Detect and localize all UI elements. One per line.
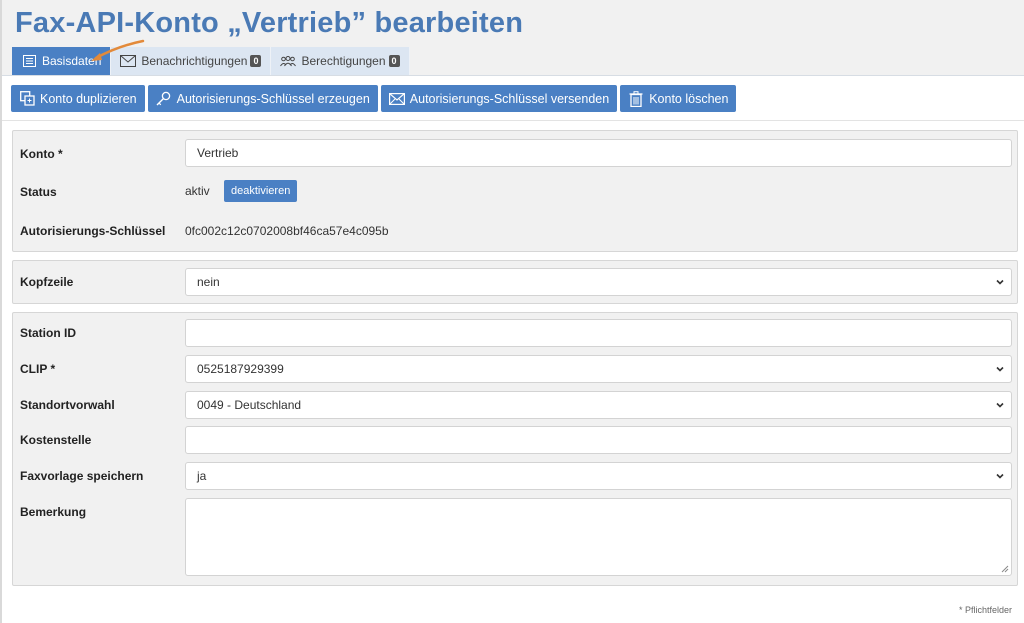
page-title: Fax-API-Konto „Vertrieb” bearbeiten: [15, 7, 524, 39]
kostenstelle-label: Kostenstelle: [20, 433, 92, 447]
standortvorwahl-select[interactable]: 0049 - Deutschland: [185, 391, 1012, 419]
tab-benachrichtigungen-label: Benachrichtigungen: [141, 54, 248, 68]
clip-selected-value: 0525187929399: [197, 362, 284, 376]
standortvorwahl-selected-value: 0049 - Deutschland: [197, 398, 302, 412]
konto-label: Konto *: [20, 147, 63, 161]
clip-label: CLIP *: [20, 362, 56, 376]
generate-key-button[interactable]: Autorisierungs-Schlüssel erzeugen: [147, 85, 378, 112]
divider: [2, 120, 1024, 121]
left-border: [0, 0, 2, 623]
konto-input[interactable]: [185, 139, 1012, 167]
list-icon: [21, 54, 37, 68]
tab-basisdaten[interactable]: Basisdaten: [12, 47, 112, 75]
clip-select[interactable]: 0525187929399: [185, 355, 1012, 383]
duplicate-account-label: Konto duplizieren: [40, 91, 137, 106]
resize-handle-icon[interactable]: [1001, 565, 1009, 573]
deactivate-button[interactable]: deaktivieren: [224, 180, 298, 202]
delete-account-button[interactable]: Konto löschen: [620, 85, 737, 112]
tab-bar: Basisdaten Benachrichtigungen 0 Berechti…: [12, 47, 410, 75]
station-id-label: Station ID: [20, 326, 76, 340]
faxvorlage-label: Faxvorlage speichern: [20, 469, 144, 483]
duplicate-account-button[interactable]: Konto duplizieren: [11, 85, 145, 112]
station-id-input[interactable]: [185, 319, 1012, 347]
bemerkung-textarea[interactable]: [185, 498, 1012, 576]
tab-benachrichtigungen[interactable]: Benachrichtigungen 0: [111, 47, 272, 75]
required-fields-note: * Pflichtfelder: [958, 605, 1012, 615]
send-key-label: Autorisierungs-Schlüssel versenden: [409, 91, 610, 106]
action-toolbar: Konto duplizieren Autorisierungs-Schlüss…: [11, 85, 737, 112]
status-label: Status: [20, 185, 57, 199]
auth-key-label: Autorisierungs-Schlüssel: [20, 224, 166, 238]
notification-count-badge: 0: [250, 55, 262, 67]
envelope-icon: [120, 54, 137, 68]
details-panel: Station ID CLIP * 0525187929399 Standort…: [12, 312, 1018, 586]
standortvorwahl-label: Standortvorwahl: [20, 398, 115, 412]
tab-berechtigungen[interactable]: Berechtigungen 0: [271, 47, 410, 75]
permission-count-badge: 0: [388, 55, 400, 67]
envelope-icon: [388, 91, 405, 107]
generate-key-label: Autorisierungs-Schlüssel erzeugen: [176, 91, 370, 106]
tab-berechtigungen-label: Berechtigungen: [301, 54, 386, 68]
delete-account-label: Konto löschen: [649, 91, 729, 106]
send-key-button[interactable]: Autorisierungs-Schlüssel versenden: [380, 85, 618, 112]
users-icon: [280, 54, 297, 68]
auth-key-value: 0fc002c12c0702008bf46ca57e4c095b: [185, 224, 389, 238]
tab-basisdaten-label: Basisdaten: [42, 54, 102, 68]
kostenstelle-input[interactable]: [185, 426, 1012, 454]
bemerkung-label: Bemerkung: [20, 505, 87, 519]
kopfzeile-select[interactable]: nein: [185, 268, 1012, 296]
account-panel: Konto * Status aktiv deaktivieren Autori…: [12, 130, 1018, 252]
chevron-down-icon: [996, 366, 1004, 372]
chevron-down-icon: [996, 279, 1004, 285]
faxvorlage-selected-value: ja: [197, 469, 207, 483]
chevron-down-icon: [996, 402, 1004, 408]
faxvorlage-select[interactable]: ja: [185, 462, 1012, 490]
kopfzeile-panel: Kopfzeile nein: [12, 260, 1018, 304]
status-value: aktiv: [185, 184, 210, 198]
kopfzeile-label: Kopfzeile: [20, 275, 74, 289]
key-icon: [156, 91, 172, 107]
copy-icon: [19, 91, 35, 107]
kopfzeile-selected-value: nein: [197, 275, 220, 289]
chevron-down-icon: [996, 473, 1004, 479]
trash-icon: [628, 90, 644, 107]
page-header: Fax-API-Konto „Vertrieb” bearbeiten Basi…: [2, 0, 1024, 76]
